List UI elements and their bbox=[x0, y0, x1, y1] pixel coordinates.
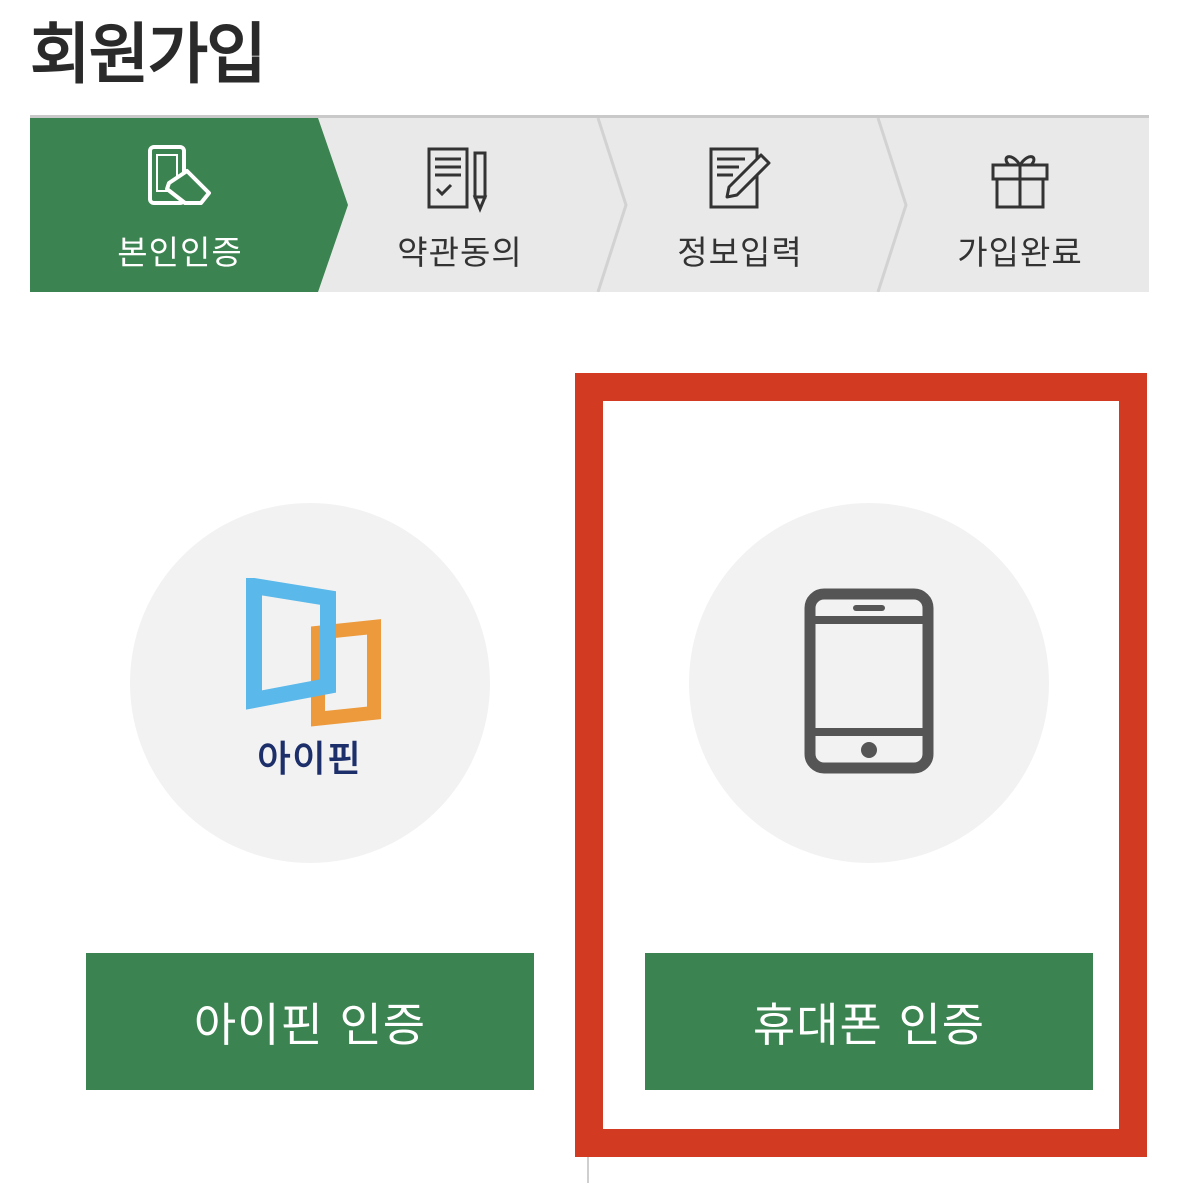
step-terms-agreement: 약관동의 bbox=[320, 118, 600, 292]
signup-steps: 본인인증 약관동의 정보입력 가입완료 bbox=[30, 118, 1149, 292]
ipin-logo: 아이핀 bbox=[230, 578, 390, 782]
edit-form-icon bbox=[705, 142, 775, 214]
step-signup-complete: 가입완료 bbox=[880, 118, 1149, 292]
phone-option: 휴대폰 인증 bbox=[589, 400, 1109, 1130]
ipin-verify-button[interactable]: 아이핀 인증 bbox=[86, 953, 534, 1090]
document-pencil-icon bbox=[425, 142, 495, 214]
column-divider bbox=[587, 1157, 589, 1183]
phone-verify-button[interactable]: 휴대폰 인증 bbox=[645, 953, 1093, 1090]
step-label: 약관동의 bbox=[397, 233, 523, 272]
phone-icon-circle bbox=[689, 503, 1049, 863]
ipin-option: 아이핀 아이핀 인증 bbox=[30, 400, 550, 1130]
step-label: 가입완료 bbox=[957, 233, 1083, 272]
ipin-logo-circle: 아이핀 bbox=[130, 503, 490, 863]
gift-icon bbox=[985, 142, 1055, 214]
ipin-logo-text: 아이핀 bbox=[257, 739, 363, 780]
page-title: 회원가입 bbox=[30, 16, 267, 93]
step-info-input: 정보입력 bbox=[600, 118, 880, 292]
step-label: 정보입력 bbox=[677, 233, 803, 272]
touch-phone-icon bbox=[145, 142, 215, 214]
step-identity-verification: 본인인증 bbox=[40, 118, 320, 292]
step-label: 본인인증 bbox=[117, 233, 243, 272]
smartphone-icon bbox=[804, 588, 934, 778]
